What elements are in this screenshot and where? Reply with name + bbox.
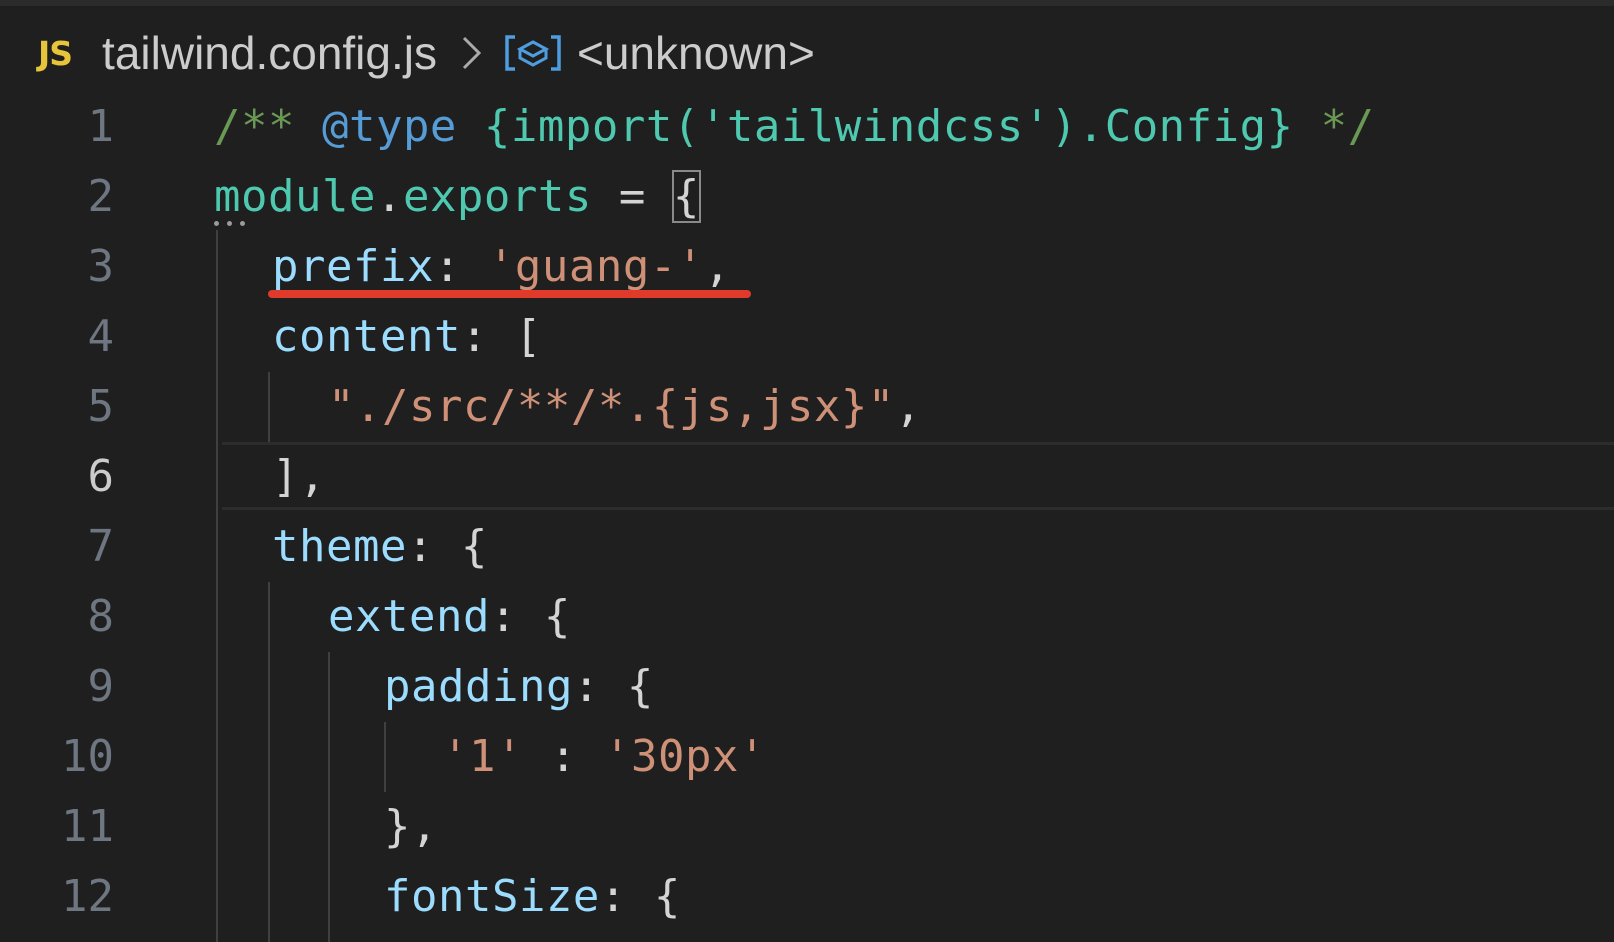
code-line[interactable]: 11}, bbox=[0, 792, 1614, 862]
code-token: : { bbox=[599, 871, 681, 922]
code-token: '30px' bbox=[603, 731, 766, 782]
code-line[interactable]: 3 prefix: 'guang-', bbox=[0, 232, 1614, 302]
code-token: padding bbox=[384, 661, 573, 712]
line-number: 4 bbox=[87, 311, 115, 362]
code-token: : { bbox=[406, 521, 488, 572]
code-line[interactable]: 7 theme: { bbox=[0, 512, 1614, 582]
code-text[interactable]: padding: { bbox=[384, 660, 654, 714]
line-number: 6 bbox=[87, 451, 115, 502]
code-line[interactable]: 1 /** @type {import('tailwindcss').Config… bbox=[0, 92, 1614, 162]
breadcrumb-file[interactable]: tailwind.config.js bbox=[102, 26, 437, 80]
code-token: : [ bbox=[460, 311, 542, 362]
code-token: '1' bbox=[442, 731, 523, 782]
line-number: 10 bbox=[61, 731, 114, 782]
code-text[interactable]: "./src/**/*.{js,jsx}", bbox=[328, 380, 922, 434]
line-number: 7 bbox=[87, 521, 115, 572]
code-token: { bbox=[671, 170, 701, 223]
line-number: 2 bbox=[87, 171, 115, 222]
code-text[interactable]: theme: { bbox=[272, 520, 488, 574]
code-token: , bbox=[703, 241, 731, 292]
code-line[interactable]: 9 padding: { bbox=[0, 652, 1614, 722]
code-text[interactable]: '1' : '30px' bbox=[442, 730, 766, 784]
code-line[interactable]: 8 extend: { bbox=[0, 582, 1614, 652]
code-token: 'guang-' bbox=[487, 241, 704, 292]
symbol-brackets-icon bbox=[503, 31, 563, 75]
js-file-icon: JS bbox=[38, 33, 73, 73]
code-token: prefix bbox=[272, 241, 434, 292]
chevron-right-icon bbox=[459, 31, 485, 75]
line-number: 3 bbox=[87, 241, 115, 292]
code-token: , bbox=[894, 381, 922, 432]
line-number: 1 bbox=[87, 101, 115, 152]
code-token: : bbox=[433, 241, 488, 292]
code-token: content bbox=[272, 311, 461, 362]
code-token: ], bbox=[272, 451, 326, 502]
code-token: extend bbox=[328, 591, 490, 642]
code-text[interactable]: module.exports = { bbox=[214, 170, 701, 224]
breadcrumb: JS tailwind.config.js <unknown> bbox=[38, 22, 815, 84]
code-token: fontSize bbox=[384, 871, 600, 922]
code-editor[interactable]: JS tailwind.config.js <unknown> 1 /** @ty… bbox=[0, 0, 1614, 942]
code-text[interactable]: }, bbox=[384, 800, 438, 854]
code-token: "./src/**/*.{js,jsx}" bbox=[328, 381, 895, 432]
code-token: */ bbox=[1293, 101, 1375, 152]
code-token: @type bbox=[321, 101, 457, 152]
code-token: /** bbox=[214, 101, 322, 152]
code-token: : { bbox=[489, 591, 571, 642]
code-text[interactable]: fontSize: { bbox=[384, 870, 681, 924]
hint-dots bbox=[214, 221, 258, 227]
tab-bar-edge bbox=[0, 0, 1614, 6]
code-token: . bbox=[375, 171, 403, 222]
line-number: 9 bbox=[87, 661, 115, 712]
code-token: : bbox=[522, 731, 604, 782]
code-line[interactable]: 6], bbox=[0, 442, 1614, 512]
line-number: 5 bbox=[87, 381, 115, 432]
code-text[interactable]: extend: { bbox=[328, 590, 571, 644]
code-token: exports bbox=[402, 171, 592, 222]
code-line[interactable]: 5 "./src/**/*.{js,jsx}", bbox=[0, 372, 1614, 442]
code-line[interactable]: 12 fontSize: { bbox=[0, 862, 1614, 932]
line-number: 8 bbox=[87, 591, 115, 642]
code-token: }, bbox=[384, 801, 438, 852]
line-number: 11 bbox=[61, 801, 114, 852]
code-text[interactable]: prefix: 'guang-', bbox=[272, 240, 731, 294]
code-token: = bbox=[591, 171, 673, 222]
code-text[interactable]: ], bbox=[272, 450, 326, 504]
code-line[interactable]: 4 content: [ bbox=[0, 302, 1614, 372]
code-line[interactable]: 10 '1' : '30px' bbox=[0, 722, 1614, 792]
annotation-underline bbox=[268, 290, 751, 298]
code-text[interactable]: /** @type {import('tailwindcss').Config}… bbox=[214, 100, 1375, 154]
code-token: module bbox=[214, 171, 376, 222]
breadcrumb-symbol[interactable]: <unknown> bbox=[577, 26, 815, 80]
code-text[interactable]: content: [ bbox=[272, 310, 542, 364]
line-number: 12 bbox=[61, 871, 114, 922]
code-token: : { bbox=[572, 661, 654, 712]
code-token: theme bbox=[272, 521, 407, 572]
code-token: {import('tailwindcss').Config} bbox=[483, 101, 1294, 152]
